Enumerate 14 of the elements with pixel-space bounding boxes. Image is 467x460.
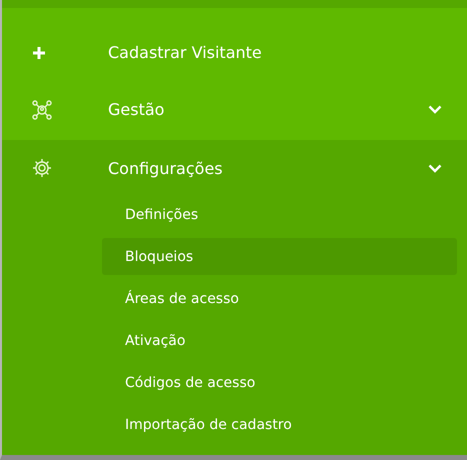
menu-item[interactable]: Cadastrar Visitante (2, 24, 467, 81)
submenu-item[interactable]: Códigos de acesso (102, 364, 457, 401)
menu-item[interactable]: Configurações (2, 140, 467, 196)
submenu-item[interactable]: Bloqueios (102, 238, 457, 275)
submenu-item[interactable]: Definições (102, 196, 457, 233)
menu-item[interactable]: Gestão (2, 81, 467, 138)
submenu-item[interactable]: Áreas de acesso (102, 280, 457, 317)
plus-icon (32, 46, 46, 60)
network-icon (32, 100, 52, 120)
submenu-item[interactable]: Ativação (102, 322, 457, 359)
submenu-item[interactable]: Importação de cadastro (102, 406, 457, 443)
chevron-down-icon (428, 105, 442, 114)
chevron-down-icon (428, 164, 442, 172)
gear-icon (32, 158, 52, 178)
